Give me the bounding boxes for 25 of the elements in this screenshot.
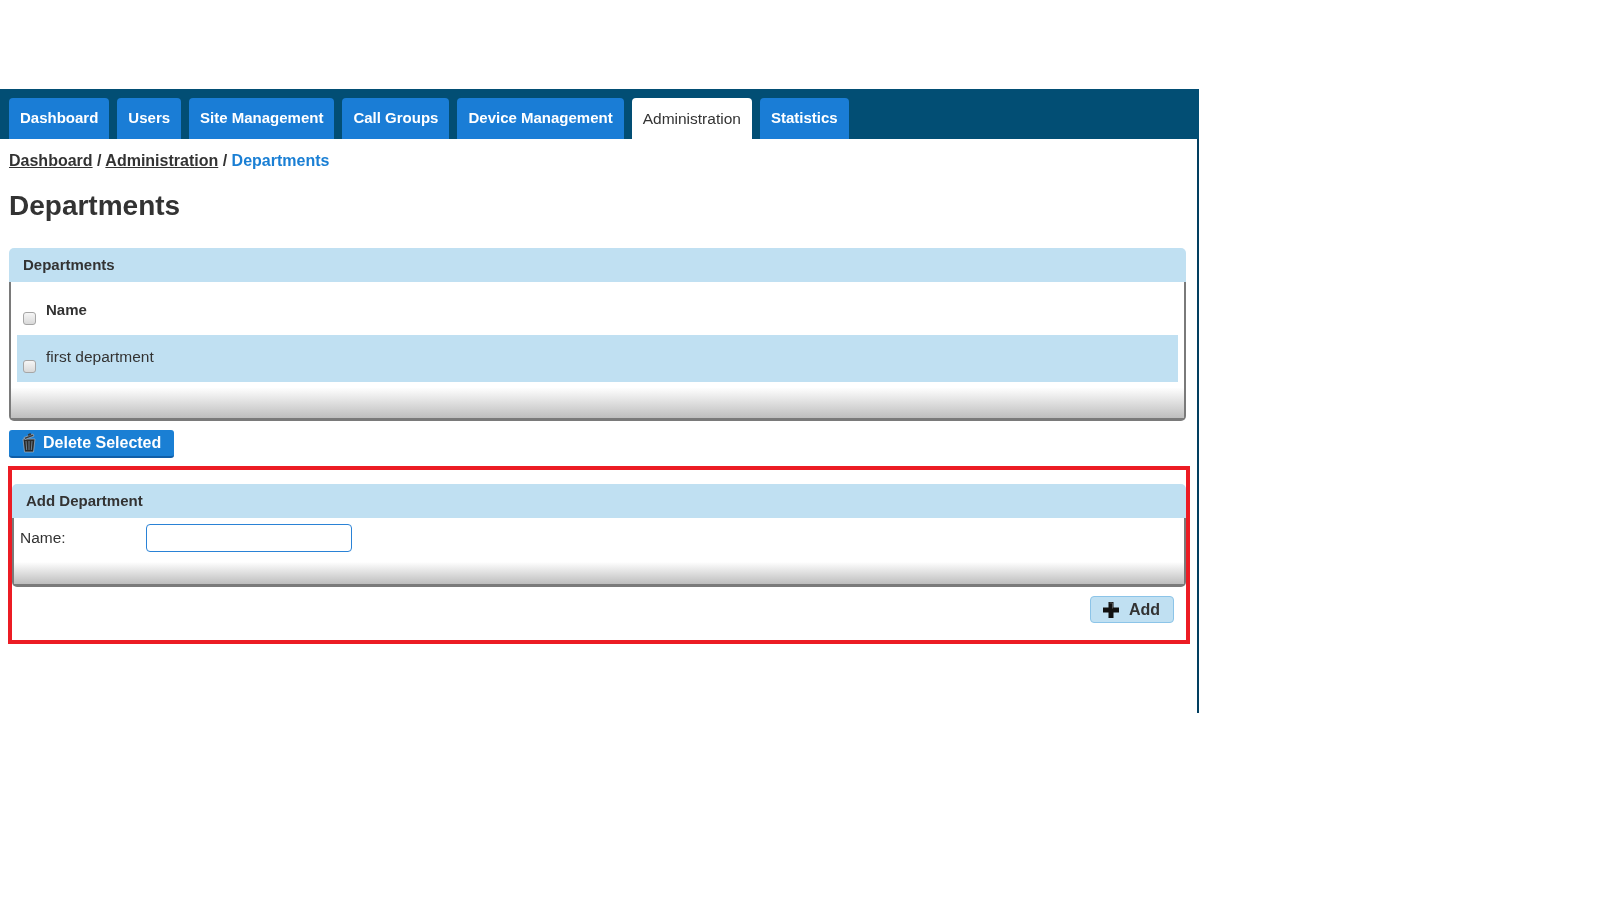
nav-tab[interactable]: Users — [117, 98, 182, 139]
panel-header: Add Department — [12, 484, 1186, 518]
nav-tab[interactable]: Device Management — [457, 98, 624, 139]
breadcrumb-link[interactable]: Administration — [105, 152, 219, 169]
nav-tab[interactable]: Call Groups — [342, 98, 450, 139]
breadcrumb-link[interactable]: Dashboard — [9, 152, 93, 169]
breadcrumb-separator: / — [222, 152, 228, 169]
column-header: Name — [46, 301, 87, 319]
nav-tab[interactable]: Statistics — [759, 98, 849, 139]
nav-tab[interactable]: Dashboard — [9, 98, 110, 139]
name-input[interactable] — [146, 524, 352, 552]
delete-selected-button[interactable]: Delete Selected — [9, 430, 175, 458]
checkbox[interactable] — [23, 360, 36, 373]
table-cell: first department — [46, 348, 154, 366]
page-title: Departments — [9, 190, 181, 222]
panel-header: Departments — [9, 248, 1186, 282]
nav-tab[interactable]: Site Management — [189, 98, 335, 139]
breadcrumb-separator: / — [97, 152, 102, 169]
field-label: Name: — [20, 528, 67, 549]
plus-icon — [1102, 601, 1119, 618]
add-button[interactable]: Add — [1089, 596, 1174, 623]
nav-tab[interactable]: Administration — [631, 98, 752, 139]
checkbox[interactable] — [23, 312, 36, 325]
trash-icon — [21, 433, 37, 453]
breadcrumb-current: Departments — [231, 152, 330, 169]
